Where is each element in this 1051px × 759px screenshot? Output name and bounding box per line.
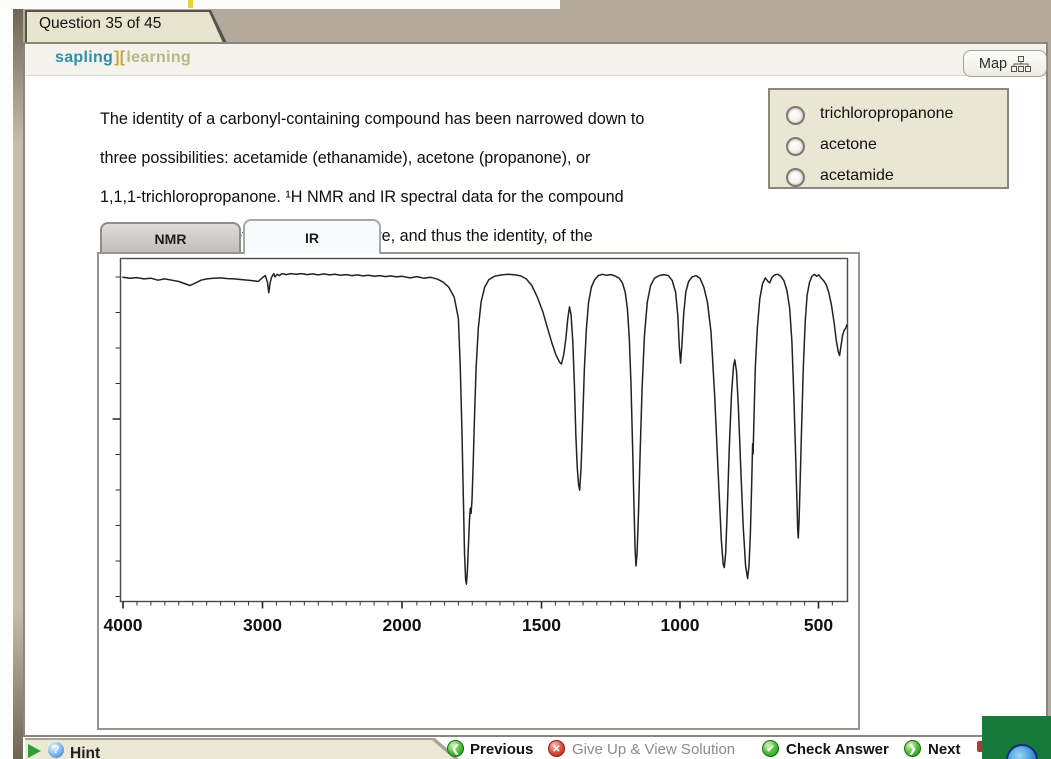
x-axis-tick-label: 2000 (383, 615, 422, 635)
question-tab-label: Question 35 of 45 (39, 15, 161, 33)
brand-overlay-block (982, 716, 1051, 759)
previous-button[interactable]: Previous (470, 741, 533, 758)
x-axis-tick-label: 1500 (522, 615, 561, 635)
tab-ir[interactable]: IR (243, 219, 381, 254)
hint-label: Hint (70, 745, 100, 759)
give-up-x-icon[interactable]: ✕ (548, 740, 565, 757)
tab-nmr[interactable]: NMR (100, 222, 241, 254)
next-arrow-icon[interactable]: ❯ (904, 740, 921, 757)
radio-button-trichloropropanone[interactable] (786, 106, 805, 125)
sapling-learning-logo: sapling][learning (55, 49, 191, 67)
left-rail (13, 9, 23, 759)
radio-button-acetamide[interactable] (786, 168, 805, 187)
ir-spectrum-plot: 4000 3000 2000 1500 1000 500 (99, 254, 858, 728)
question-line: 1,1,1-trichloropropanone. ¹H NMR and IR … (100, 188, 760, 208)
check-answer-button[interactable]: Check Answer (786, 741, 889, 758)
map-button-label: Map (979, 56, 1007, 72)
tab-ir-label: IR (305, 230, 319, 246)
radio-button-acetone[interactable] (786, 137, 805, 156)
choice-label: acetone (820, 136, 877, 154)
choice-row-acetamide[interactable]: acetamide (770, 162, 1007, 193)
plot-frame (121, 259, 848, 602)
browser-top-strip (0, 0, 560, 9)
logo-tree-icon: ][ (114, 49, 125, 66)
choice-row-acetone[interactable]: acetone (770, 131, 1007, 162)
logo-sapling-text: sapling (55, 49, 113, 66)
choice-label: acetamide (820, 167, 894, 185)
sitemap-icon (1011, 56, 1031, 72)
logo-learning-text: learning (126, 49, 191, 66)
next-button[interactable]: Next (928, 741, 961, 758)
left-gutter (0, 9, 13, 759)
ir-transmittance-curve (123, 274, 847, 584)
app-page: Question 35 of 45 sapling][learning Map … (0, 0, 1051, 759)
previous-arrow-icon[interactable]: ❮ (447, 740, 464, 757)
answer-choices-panel: trichloropropanone acetone acetamide (768, 88, 1009, 189)
x-axis-tick-label: 1000 (661, 615, 700, 635)
x-axis-tick-label: 3000 (243, 615, 282, 635)
map-button[interactable]: Map (963, 50, 1047, 77)
question-line: The identity of a carbonyl-containing co… (100, 110, 760, 130)
top-strip-marker (188, 0, 193, 8)
give-up-button[interactable]: Give Up & View Solution (572, 741, 735, 758)
check-answer-check-icon[interactable]: ✔ (762, 740, 779, 757)
x-axis-tick-label: 4000 (104, 615, 143, 635)
tab-nmr-label: NMR (155, 231, 187, 247)
x-axis-tick-label: 500 (804, 615, 833, 635)
hint-play-icon[interactable] (28, 744, 41, 758)
hint-question-icon[interactable]: ? (48, 742, 64, 758)
choice-label: trichloropropanone (820, 105, 953, 123)
brand-logo-icon (1006, 744, 1038, 759)
question-line: three possibilities: acetamide (ethanami… (100, 149, 760, 169)
choice-row-trichloropropanone[interactable]: trichloropropanone (770, 100, 1007, 131)
